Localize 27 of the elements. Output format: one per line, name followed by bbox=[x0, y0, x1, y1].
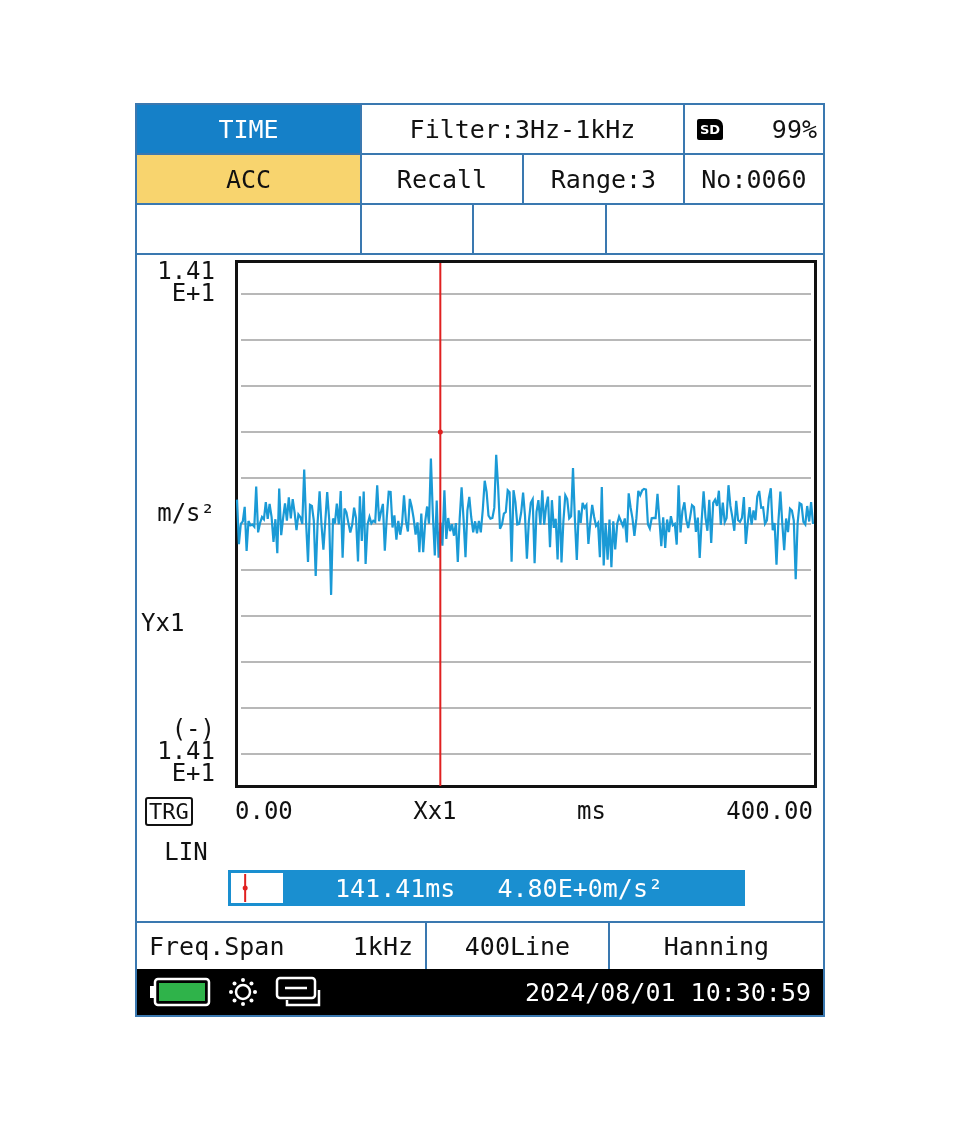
trigger-badge: TRG bbox=[145, 796, 193, 826]
sd-card-icon: SD bbox=[697, 118, 724, 140]
window-function: Hanning bbox=[662, 930, 771, 963]
header-cell: Filter:3Hz-1kHz bbox=[362, 105, 685, 153]
cursor-line[interactable] bbox=[437, 262, 443, 787]
x-scale-label: Xx1 bbox=[413, 797, 457, 825]
y-max-label: 1.41 E+1 bbox=[157, 260, 215, 304]
x-unit-label: ms bbox=[576, 797, 606, 825]
header-cell: Recall bbox=[362, 155, 524, 203]
storage-percent: 99% bbox=[771, 114, 817, 144]
cursor-value: 4.80E+0m/s² bbox=[497, 873, 663, 903]
scale-mode-label: LIN bbox=[164, 838, 208, 866]
date-time: 2024/08/01 10:30:59 bbox=[525, 977, 811, 1007]
y-min-label: (-) 1.41 E+1 bbox=[157, 718, 215, 784]
quantity-label: ACC bbox=[137, 155, 362, 203]
mode-label: TIME bbox=[137, 105, 362, 153]
brightness-icon bbox=[227, 976, 259, 1008]
x-end-label: 400.00 bbox=[726, 797, 813, 825]
header-cell: Range:3 bbox=[524, 155, 685, 203]
y-scale-label: Yx1 bbox=[140, 612, 185, 634]
x-start-label: 0.00 bbox=[235, 797, 293, 825]
cursor-time: 141.41ms bbox=[335, 873, 456, 903]
y-unit-label: m/s² bbox=[157, 502, 215, 524]
battery-icon bbox=[149, 977, 211, 1007]
header-cell-text: No:0060 bbox=[700, 163, 808, 196]
freq-span-value: 1kHz bbox=[352, 931, 413, 961]
freq-span-label: Freq.Span bbox=[149, 931, 285, 961]
